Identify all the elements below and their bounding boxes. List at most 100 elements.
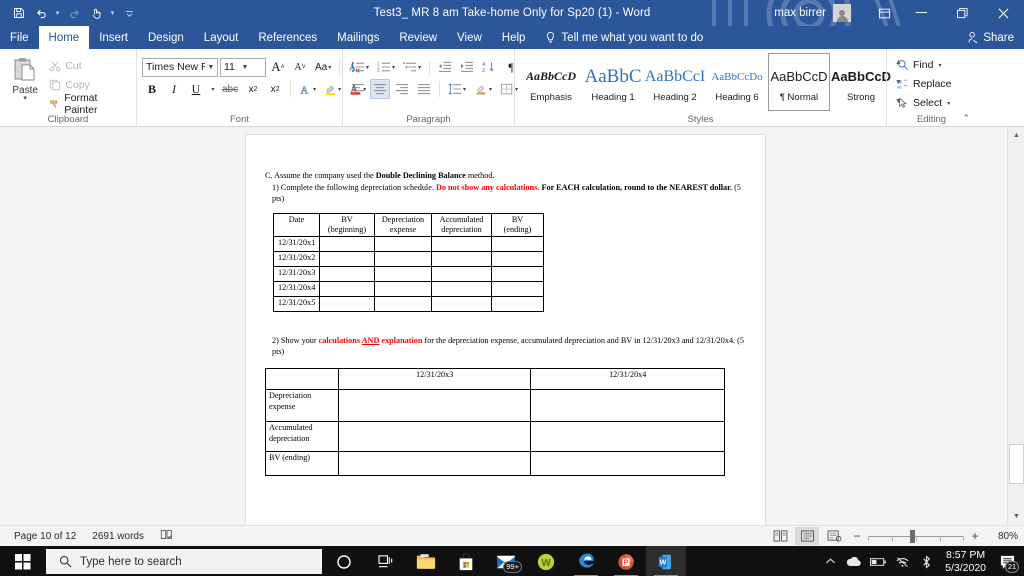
- calculations-table[interactable]: 12/31/20x3 12/31/20x4 Depreciation expen…: [265, 367, 725, 476]
- tab-review[interactable]: Review: [389, 26, 447, 49]
- tab-view[interactable]: View: [447, 26, 492, 49]
- collapse-ribbon-button[interactable]: ⌃: [962, 113, 970, 124]
- shading-button[interactable]: ▾: [471, 79, 495, 99]
- table1-cell[interactable]: [374, 266, 432, 283]
- font-size-combo[interactable]: 11 ▼: [220, 57, 266, 77]
- scroll-up-button[interactable]: ▲: [1008, 127, 1024, 144]
- web-layout-view-button[interactable]: [822, 527, 846, 545]
- tab-insert[interactable]: Insert: [89, 26, 138, 49]
- table1-date-cell[interactable]: 12/31/20x1: [273, 236, 320, 253]
- decrease-indent-button[interactable]: [435, 57, 455, 77]
- table1-cell[interactable]: [319, 266, 375, 283]
- table2-cell[interactable]: [530, 388, 725, 422]
- table2-cell[interactable]: [530, 420, 725, 452]
- word-count-status[interactable]: 2691 words: [84, 531, 152, 542]
- style-heading-6[interactable]: AaBbCcDo Heading 6: [706, 53, 768, 111]
- tab-design[interactable]: Design: [138, 26, 194, 49]
- taskbar-clock[interactable]: 8:57 PM 5/3/2020: [939, 549, 992, 575]
- subscript-button[interactable]: x2: [243, 79, 263, 99]
- justify-button[interactable]: [414, 79, 434, 99]
- table1-cell[interactable]: [319, 296, 375, 313]
- tab-references[interactable]: References: [248, 26, 327, 49]
- table1-cell[interactable]: [431, 236, 492, 253]
- style-heading-1[interactable]: AaBbC Heading 1: [582, 53, 644, 111]
- table1-cell[interactable]: [319, 236, 375, 253]
- wps-office-button[interactable]: W: [526, 546, 566, 576]
- style-strong[interactable]: AaBbCcD Strong: [830, 53, 892, 111]
- grow-font-button[interactable]: A ˄: [268, 57, 288, 77]
- redo-button[interactable]: [64, 3, 84, 23]
- superscript-button[interactable]: x2: [265, 79, 285, 99]
- table2-cell[interactable]: [337, 450, 532, 476]
- table-row[interactable]: 12/31/20x1: [273, 236, 544, 253]
- customize-qat-button[interactable]: [119, 3, 139, 23]
- italic-button[interactable]: I: [164, 79, 184, 99]
- style-normal[interactable]: AaBbCcD ¶ Normal: [768, 53, 830, 111]
- battery-tray-icon[interactable]: [867, 546, 889, 576]
- notification-center-button[interactable]: 21: [994, 546, 1020, 576]
- print-layout-view-button[interactable]: [795, 527, 819, 545]
- microsoft-store-button[interactable]: [446, 546, 486, 576]
- sort-button[interactable]: A Z: [479, 57, 499, 77]
- text-effects-button[interactable]: A ▾: [296, 79, 319, 99]
- scrollbar-track[interactable]: [1008, 144, 1024, 508]
- scroll-down-button[interactable]: ▼: [1008, 508, 1024, 525]
- document-page[interactable]: C. Assume the company used the Double De…: [246, 135, 765, 525]
- bullets-button[interactable]: ▾: [348, 57, 372, 77]
- strikethrough-button[interactable]: abc: [219, 79, 241, 99]
- table1-date-cell[interactable]: 12/31/20x3: [273, 266, 320, 283]
- style-heading-2[interactable]: AaBbCcI Heading 2: [644, 53, 706, 111]
- replace-button[interactable]: ab ac Replace: [892, 75, 957, 93]
- task-view-button[interactable]: [366, 546, 406, 576]
- underline-button[interactable]: U: [186, 79, 206, 99]
- depreciation-schedule-table[interactable]: Date BV (beginning) Depreciation expense…: [273, 213, 544, 313]
- powerpoint-button[interactable]: P: [606, 546, 646, 576]
- touch-mode-dropdown-icon[interactable]: ▾: [108, 3, 117, 23]
- table1-cell[interactable]: [431, 251, 492, 268]
- document-body[interactable]: C. Assume the company used the Double De…: [246, 135, 765, 476]
- tab-home[interactable]: Home: [38, 26, 90, 49]
- table2-cell[interactable]: [337, 388, 532, 422]
- share-button[interactable]: Share: [967, 31, 1014, 44]
- table1-cell[interactable]: [374, 236, 432, 253]
- account-name[interactable]: max birrer: [774, 7, 826, 19]
- file-explorer-button[interactable]: [406, 546, 446, 576]
- table1-cell[interactable]: [374, 296, 432, 313]
- table1-cell[interactable]: [491, 266, 544, 283]
- table-row[interactable]: Depreciation expense: [265, 388, 725, 422]
- zoom-out-button[interactable]: −: [849, 530, 865, 542]
- table1-date-cell[interactable]: 12/31/20x4: [273, 281, 320, 298]
- paste-button[interactable]: Paste ▾: [5, 54, 45, 102]
- touch-mode-button[interactable]: [86, 3, 106, 23]
- font-family-combo[interactable]: Times New R ▼: [142, 57, 218, 77]
- table-row[interactable]: 12/31/20x4: [273, 281, 544, 298]
- restore-button[interactable]: [942, 0, 983, 26]
- table-row[interactable]: Accumulated depreciation: [265, 420, 725, 452]
- tab-file[interactable]: File: [0, 26, 39, 49]
- start-button[interactable]: [0, 546, 46, 576]
- underline-dropdown-icon[interactable]: ▾: [208, 79, 217, 99]
- line-spacing-button[interactable]: ▾: [445, 79, 469, 99]
- show-hidden-icons-button[interactable]: [819, 546, 841, 576]
- zoom-in-button[interactable]: +: [967, 530, 983, 542]
- bluetooth-tray-icon[interactable]: [915, 546, 937, 576]
- taskbar-search-box[interactable]: Type here to search: [46, 549, 322, 574]
- bold-button[interactable]: B: [142, 79, 162, 99]
- select-button[interactable]: Select ▾: [892, 94, 957, 112]
- cortana-button[interactable]: [322, 546, 366, 576]
- table1-cell[interactable]: [491, 251, 544, 268]
- table-row[interactable]: BV (ending): [265, 450, 725, 476]
- find-dropdown-icon[interactable]: ▾: [938, 62, 941, 69]
- multilevel-list-button[interactable]: ▾: [400, 57, 424, 77]
- tab-help[interactable]: Help: [492, 26, 536, 49]
- undo-button[interactable]: [31, 3, 51, 23]
- ribbon-display-options-button[interactable]: [867, 0, 901, 26]
- zoom-slider[interactable]: [868, 529, 964, 543]
- table1-cell[interactable]: [319, 281, 375, 298]
- scrollbar-thumb[interactable]: [1009, 444, 1024, 484]
- text-highlight-color-button[interactable]: ▾: [321, 79, 344, 99]
- tab-mailings[interactable]: Mailings: [327, 26, 389, 49]
- select-dropdown-icon[interactable]: ▾: [947, 100, 950, 107]
- zoom-level-label[interactable]: 80%: [986, 531, 1018, 542]
- table1-cell[interactable]: [491, 281, 544, 298]
